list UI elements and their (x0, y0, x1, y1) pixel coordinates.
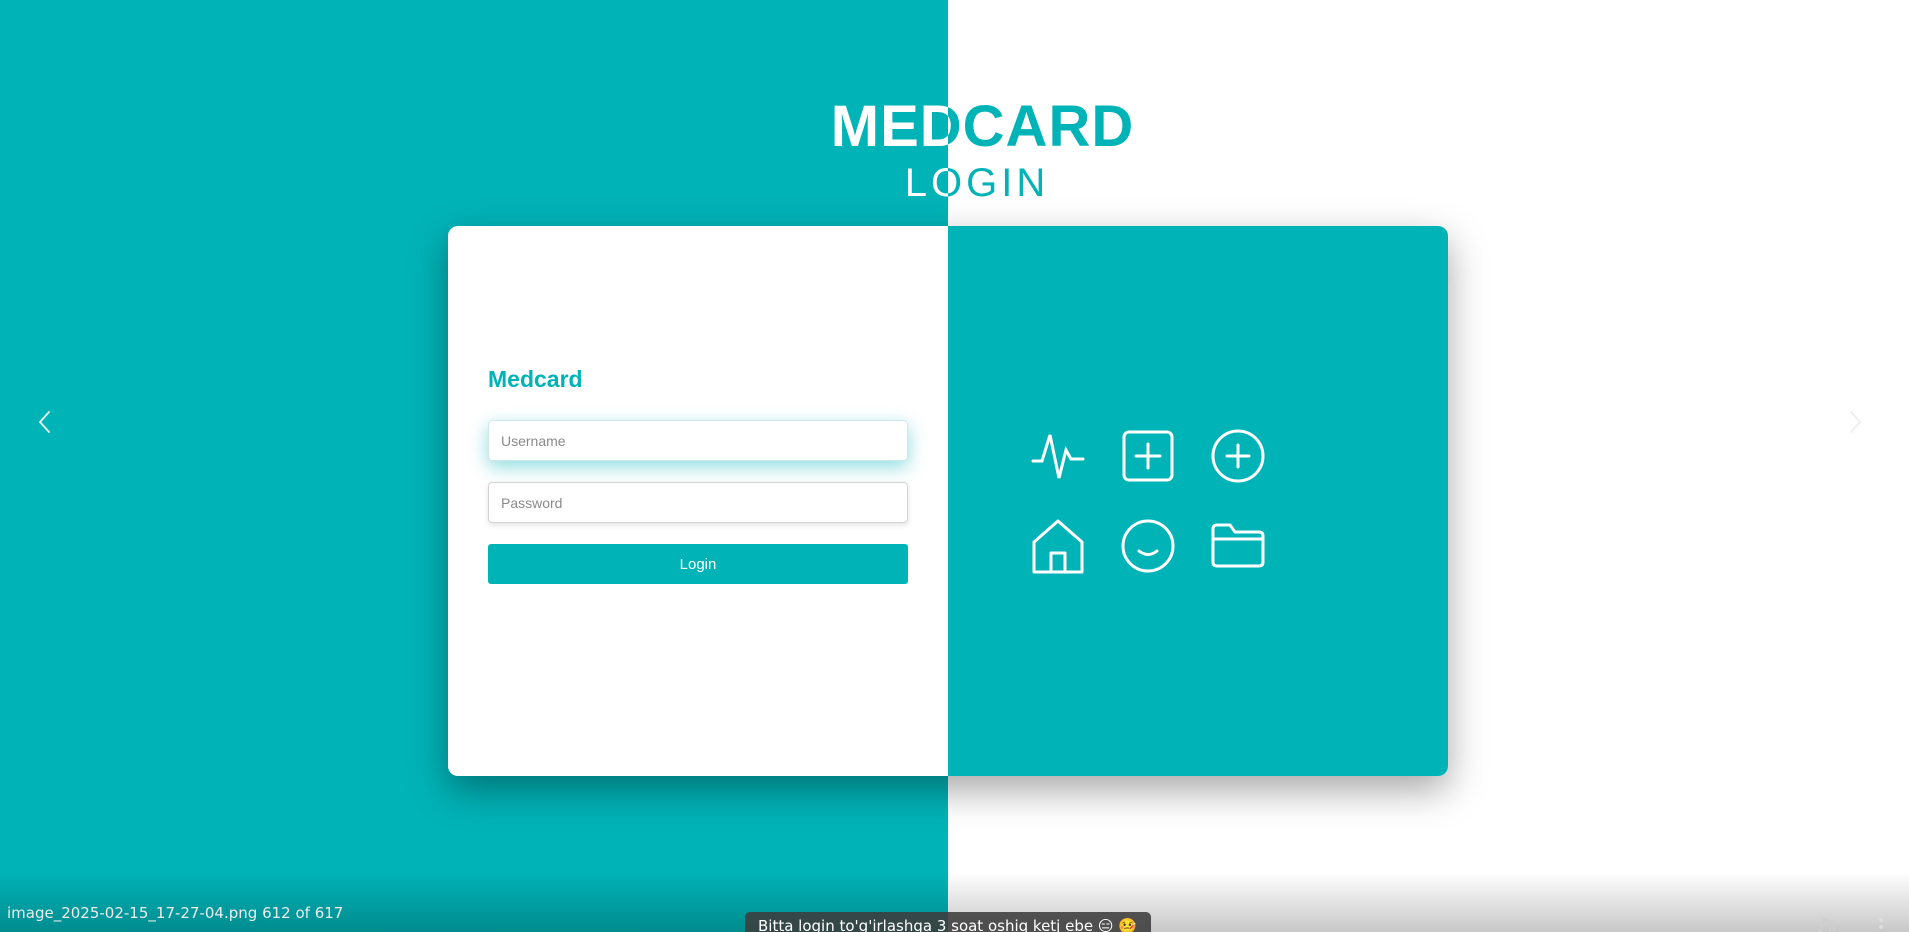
login-button[interactable]: Login (488, 544, 908, 584)
more-options-button[interactable] (1874, 914, 1888, 932)
password-input[interactable] (488, 482, 908, 523)
circle-plus-icon (1208, 426, 1268, 486)
next-image-button[interactable] (1840, 404, 1870, 440)
image-caption: Bitta login to'g'irlashga 3 soat oshiq k… (745, 912, 1151, 932)
feature-icons-panel (948, 226, 1448, 776)
image-viewer: MEDCARD LOGIN MEDCARD LOGIN Medcard Logi… (0, 0, 1909, 932)
login-card: Medcard Login (448, 226, 1448, 776)
previous-image-button[interactable] (30, 404, 60, 440)
image-position: 612 of 617 (262, 904, 344, 922)
rotate-icon (1817, 916, 1835, 932)
pulse-icon (1028, 426, 1088, 486)
smile-icon (1118, 516, 1178, 576)
chevron-right-icon (1850, 411, 1862, 433)
username-input[interactable] (488, 420, 908, 461)
home-icon (1028, 516, 1088, 576)
login-form-panel: Medcard Login (448, 226, 948, 776)
kebab-menu-icon (1879, 918, 1883, 929)
form-brand: Medcard (488, 366, 583, 392)
folder-icon (1208, 516, 1268, 576)
rotate-button[interactable] (1812, 914, 1838, 932)
page-header: MEDCARD LOGIN MEDCARD LOGIN (0, 92, 1909, 212)
file-info: image_2025-02-15_17-27-04.png 612 of 617 (7, 904, 343, 922)
chevron-left-icon (38, 411, 50, 433)
file-name: image_2025-02-15_17-27-04.png (7, 904, 258, 922)
square-plus-icon (1118, 426, 1178, 486)
icon-grid (1028, 426, 1308, 616)
